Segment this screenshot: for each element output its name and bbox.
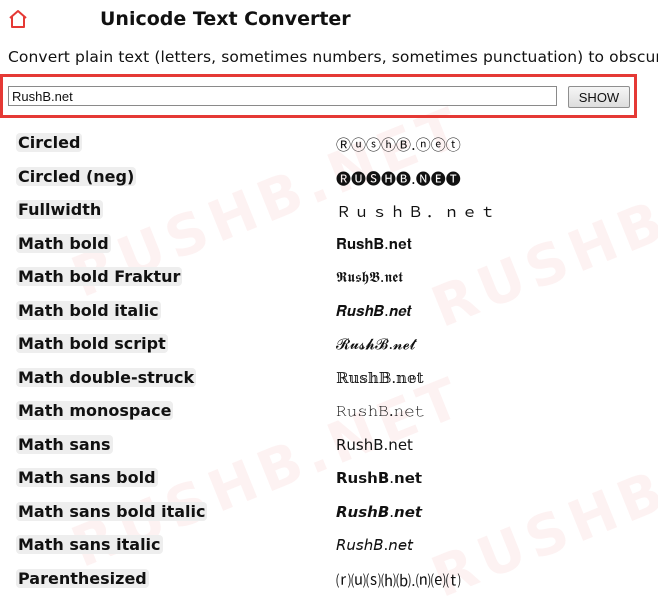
result-row: Math double-struck ℝ𝕦𝕤𝕙𝔹.𝕟𝕖𝕥 xyxy=(0,363,658,397)
result-row: Math bold Fraktur 𝕽𝖚𝖘𝖍𝕭.𝖓𝖊𝖙 xyxy=(0,262,658,296)
result-value[interactable]: ＲｕｓｈＢ．ｎｅｔ xyxy=(336,201,498,222)
result-value[interactable]: 𝐑𝐮𝐬𝐡𝐁.𝐧𝐞𝐭 xyxy=(336,235,412,253)
result-label: Math bold script xyxy=(16,334,168,353)
result-label: Math bold Fraktur xyxy=(16,267,183,286)
result-value[interactable]: 𝚁𝚞𝚜𝚑𝙱.𝚗𝚎𝚝 xyxy=(336,402,425,420)
result-row: Math bold italic 𝑹𝒖𝒔𝒉𝑩.𝒏𝒆𝒕 xyxy=(0,296,658,330)
result-label: Math sans bold xyxy=(16,468,158,487)
result-label: Math bold italic xyxy=(16,300,161,320)
result-value[interactable]: 𝙍𝙪𝙨𝙝𝘽.𝙣𝙚𝙩 xyxy=(336,503,422,521)
result-label: Math bold xyxy=(16,233,111,253)
result-value[interactable]: 𝖱𝗎𝗌𝗁𝖡.𝗇𝖾𝗍 xyxy=(336,436,413,454)
result-value[interactable]: 𝗥𝘂𝘀𝗵𝗕.𝗻𝗲𝘁 xyxy=(336,469,422,487)
show-button[interactable]: SHOW xyxy=(568,86,630,108)
results-list: Circled ⓇⓤⓢⓗⒷ.ⓝⓔⓣ Circled (neg) 🅡🅤🅢🅗🅑.🅝🅔🅣 Fu… xyxy=(0,128,658,597)
description-text: Convert plain text (letters, sometimes n… xyxy=(8,48,658,66)
result-row: Circled (neg) 🅡🅤🅢🅗🅑.🅝🅔🅣 xyxy=(0,162,658,196)
result-row: Math sans bold italic 𝙍𝙪𝙨𝙝𝘽.𝙣𝙚𝙩 xyxy=(0,497,658,531)
result-value[interactable]: 𝘙𝘶𝘴𝘩𝘉.𝘯𝘦𝘵 xyxy=(336,536,413,554)
result-value[interactable]: 𝕽𝖚𝖘𝖍𝕭.𝖓𝖊𝖙 xyxy=(336,268,403,286)
input-highlight-frame: SHOW xyxy=(0,74,637,118)
result-value[interactable]: ⒭⒰⒮⒣⒝.⒩⒠⒯ xyxy=(336,570,461,591)
result-value[interactable]: ℝ𝕦𝕤𝕙𝔹.𝕟𝕖𝕥 xyxy=(336,369,424,387)
result-label: Fullwidth xyxy=(16,200,104,219)
text-input[interactable] xyxy=(8,86,557,106)
result-label: Math sans xyxy=(16,434,113,454)
result-row: Math monospace 𝚁𝚞𝚜𝚑𝙱.𝚗𝚎𝚝 xyxy=(0,396,658,430)
result-label: Math double-struck xyxy=(16,367,197,387)
result-label: Math monospace xyxy=(16,401,174,420)
result-row: Math bold 𝐑𝐮𝐬𝐡𝐁.𝐧𝐞𝐭 xyxy=(0,229,658,263)
page: RUSHB.NET RUSHB.NET RUSHB.NET RUSHB.NET … xyxy=(0,0,658,600)
result-label: Parenthesized xyxy=(16,568,149,588)
result-row: Fullwidth ＲｕｓｈＢ．ｎｅｔ xyxy=(0,195,658,229)
page-title: Unicode Text Converter xyxy=(100,8,351,30)
home-icon[interactable] xyxy=(8,8,28,30)
result-row: Parenthesized ⒭⒰⒮⒣⒝.⒩⒠⒯ xyxy=(0,564,658,598)
result-row: Math bold script 𝓡𝓾𝓼𝓱𝓑.𝓷𝓮𝓽 xyxy=(0,329,658,363)
result-value[interactable]: 🅡🅤🅢🅗🅑.🅝🅔🅣 xyxy=(336,168,461,189)
result-row: Math sans 𝖱𝗎𝗌𝗁𝖡.𝗇𝖾𝗍 xyxy=(0,430,658,464)
result-value[interactable]: 𝓡𝓾𝓼𝓱𝓑.𝓷𝓮𝓽 xyxy=(336,335,415,353)
result-row: Circled ⓇⓤⓢⓗⒷ.ⓝⓔⓣ xyxy=(0,128,658,162)
result-label: Circled xyxy=(16,133,83,152)
result-row: Math sans italic 𝘙𝘶𝘴𝘩𝘉.𝘯𝘦𝘵 xyxy=(0,530,658,564)
result-label: Math sans bold italic xyxy=(16,501,208,521)
result-value[interactable]: 𝑹𝒖𝒔𝒉𝑩.𝒏𝒆𝒕 xyxy=(336,302,412,320)
result-row: Math sans bold 𝗥𝘂𝘀𝗵𝗕.𝗻𝗲𝘁 xyxy=(0,463,658,497)
result-value[interactable]: ⓇⓤⓢⓗⒷ.ⓝⓔⓣ xyxy=(336,134,461,155)
result-label: Math sans italic xyxy=(16,535,163,554)
header: Unicode Text Converter xyxy=(0,0,658,40)
result-label: Circled (neg) xyxy=(16,166,137,186)
